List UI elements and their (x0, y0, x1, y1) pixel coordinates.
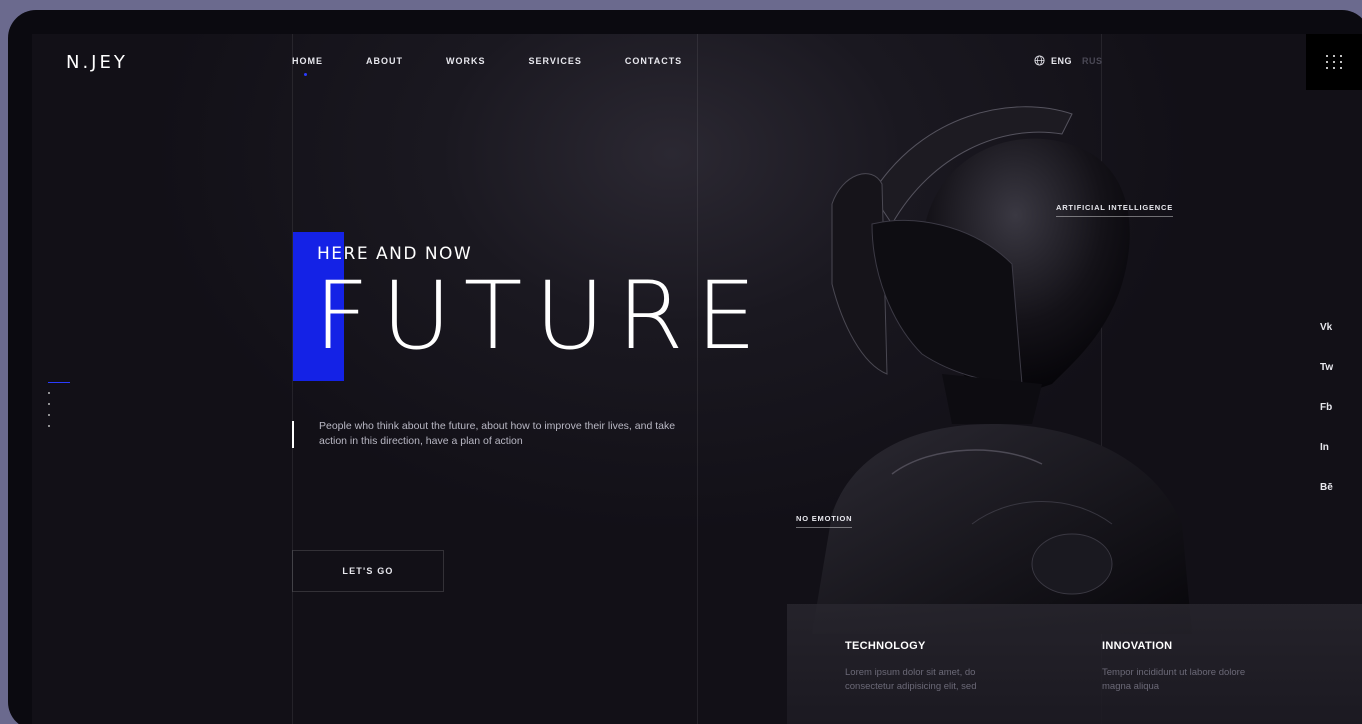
social-vk[interactable]: Vk (1320, 322, 1333, 335)
feature-technology: TECHNOLOGY Lorem ipsum dolor sit amet, d… (845, 640, 1015, 694)
description-marker (292, 421, 294, 448)
slide-indicator (48, 382, 70, 427)
nav-contacts[interactable]: CONTACTS (625, 56, 682, 66)
slide-dot[interactable] (48, 403, 50, 405)
grid-line (697, 34, 698, 724)
lang-rus[interactable]: RUS (1082, 56, 1103, 66)
social-behance[interactable]: Bē (1320, 482, 1333, 495)
feature-title: TECHNOLOGY (845, 640, 926, 652)
hero-subtitle: HERE AND NOW (317, 244, 473, 264)
nav-about[interactable]: ABOUT (366, 56, 403, 66)
globe-icon (1034, 55, 1045, 66)
feature-text: Tempor incididunt ut labore dolore magna… (1102, 667, 1246, 692)
slide-dot[interactable] (48, 414, 50, 416)
hero-description: People who think about the future, about… (319, 420, 676, 447)
social-linkedin[interactable]: In (1320, 442, 1333, 455)
callout-ai-label: ARTIFICIAL INTELLIGENCE (1056, 203, 1174, 212)
nav-services[interactable]: SERVICES (529, 56, 582, 66)
callout-emotion-label: NO EMOTION (796, 514, 853, 523)
lets-go-button[interactable]: LET'S GO (292, 550, 444, 592)
hero-title: FUTURE (314, 262, 769, 371)
feature-title: INNOVATION (1102, 640, 1173, 652)
robot-figure (812, 106, 1192, 634)
main-nav: HOME ABOUT WORKS SERVICES CONTACTS (292, 56, 682, 76)
lang-eng[interactable]: ENG (1051, 56, 1072, 66)
language-switch: ENG RUS (1034, 55, 1103, 66)
site-logo[interactable]: N.JEY (66, 52, 128, 73)
callout-ai: ARTIFICIAL INTELLIGENCE (1056, 203, 1174, 217)
social-links: Vk Tw Fb In Bē (1320, 322, 1333, 495)
feature-innovation: INNOVATION Tempor incididunt ut labore d… (1102, 640, 1272, 694)
slide-dot[interactable] (48, 425, 50, 427)
nav-home[interactable]: HOME (292, 56, 323, 76)
device-frame: N.JEY HOME ABOUT WORKS SERVICES CONTACTS… (8, 10, 1362, 724)
grid-dots-icon (1325, 55, 1343, 69)
social-facebook[interactable]: Fb (1320, 402, 1333, 415)
menu-button[interactable] (1306, 34, 1362, 90)
callout-emotion: NO EMOTION (796, 514, 853, 528)
slide-dot[interactable] (48, 392, 50, 394)
feature-text: Lorem ipsum dolor sit amet, do consectet… (845, 667, 977, 692)
social-twitter[interactable]: Tw (1320, 362, 1333, 375)
slide-active-line[interactable] (48, 382, 70, 383)
hero-screen: N.JEY HOME ABOUT WORKS SERVICES CONTACTS… (32, 34, 1362, 724)
features-panel: TECHNOLOGY Lorem ipsum dolor sit amet, d… (787, 604, 1362, 724)
nav-works[interactable]: WORKS (446, 56, 486, 66)
